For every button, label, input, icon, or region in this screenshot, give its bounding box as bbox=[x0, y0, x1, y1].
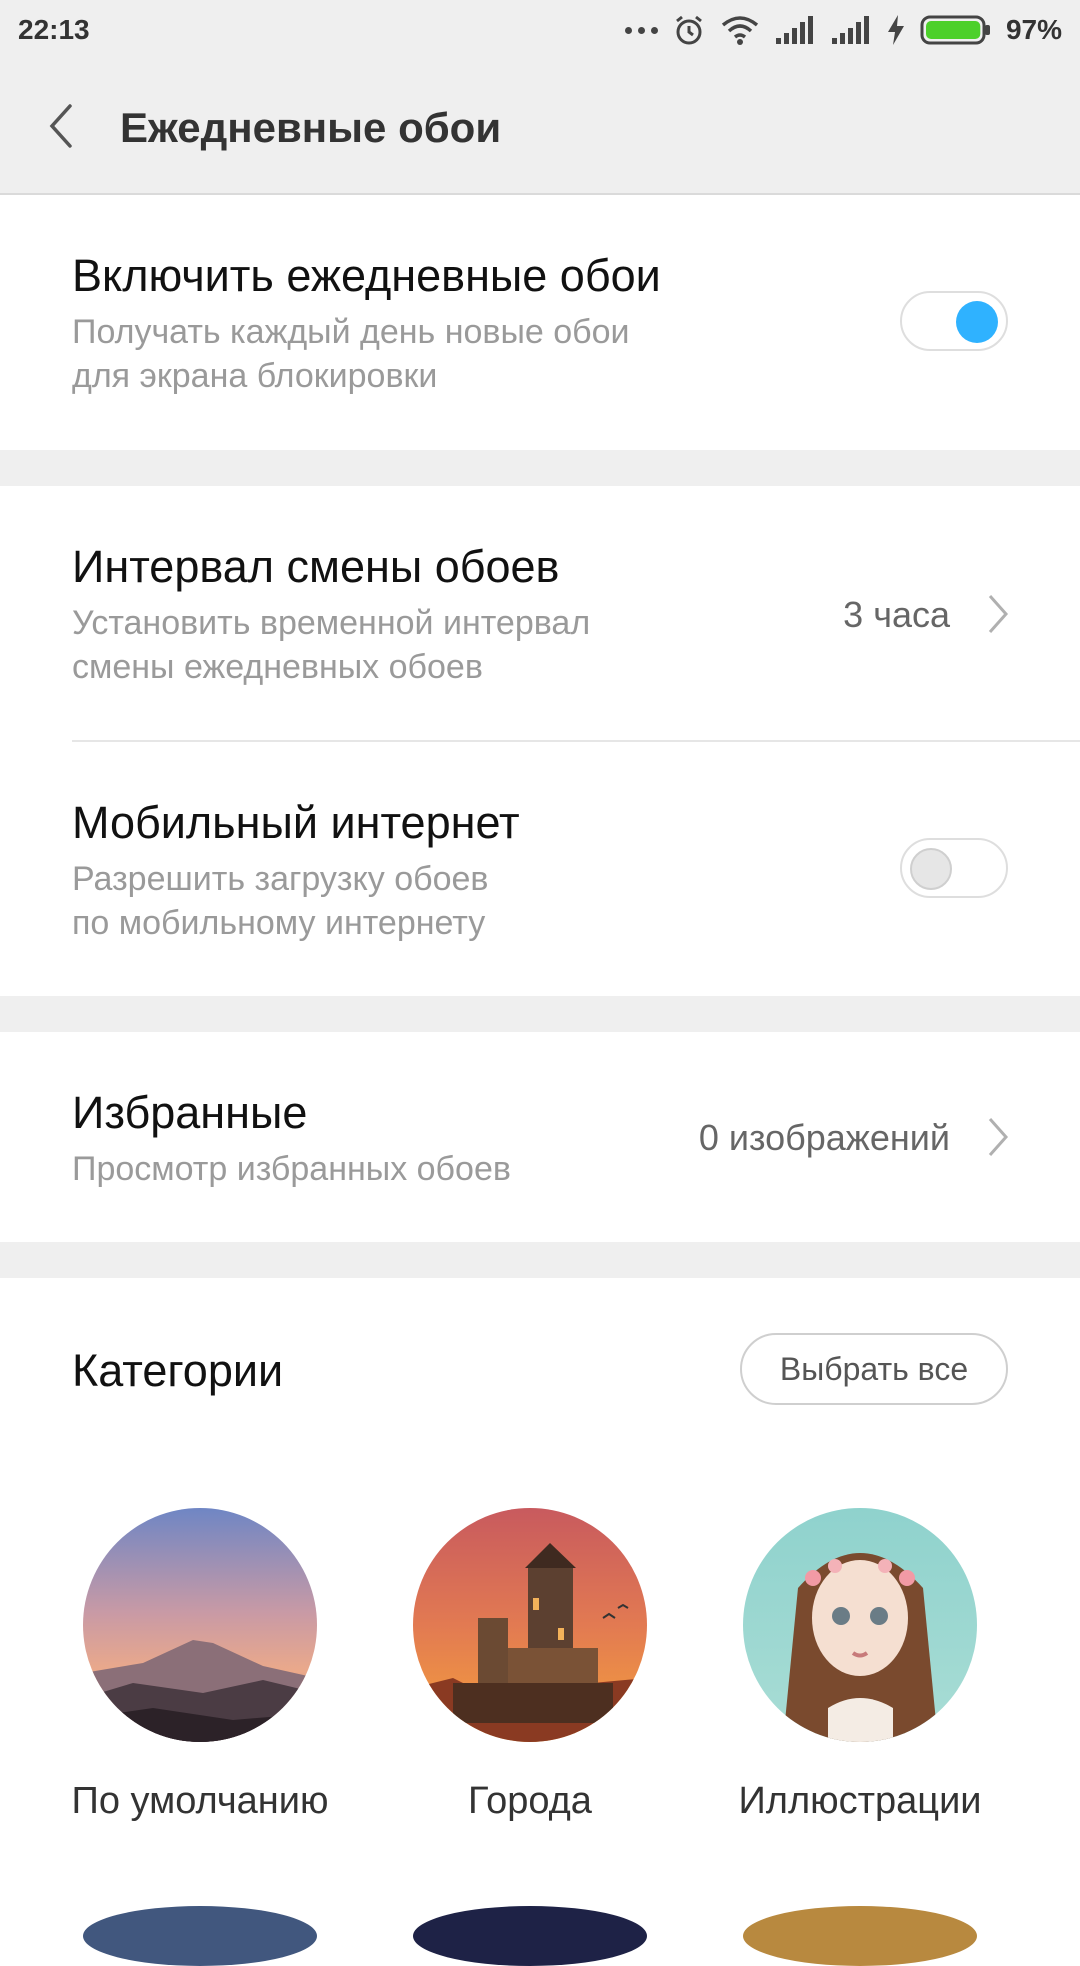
battery-icon bbox=[920, 15, 990, 45]
wifi-icon bbox=[721, 16, 759, 45]
category-thumbnail-peek[interactable] bbox=[743, 1906, 977, 1966]
category-label: Города bbox=[468, 1780, 592, 1822]
toggle-knob bbox=[910, 848, 952, 890]
category-label: По умолчанию bbox=[71, 1780, 329, 1822]
signal-icon bbox=[775, 16, 813, 44]
chevron-right-icon bbox=[988, 595, 1009, 633]
more-notifications-icon bbox=[624, 26, 658, 34]
castle-tower-thumbnail bbox=[413, 1508, 647, 1742]
chevron-right-icon bbox=[988, 1118, 1009, 1156]
mobile-internet-title: Мобильный интернет bbox=[72, 797, 520, 848]
favorites-row[interactable]: Избранные Просмотр избранных обоев 0 изо… bbox=[0, 1032, 1080, 1242]
interval-value: 3 часа bbox=[843, 594, 950, 635]
select-all-button[interactable]: Выбрать все bbox=[740, 1333, 1008, 1405]
toggle-knob bbox=[956, 301, 998, 343]
alarm-icon bbox=[676, 15, 702, 45]
favorites-title: Избранные bbox=[72, 1087, 308, 1138]
mountain-sunset-thumbnail bbox=[83, 1508, 317, 1742]
category-thumbnail-peek[interactable] bbox=[83, 1906, 317, 1966]
back-arrow-icon[interactable] bbox=[40, 98, 88, 154]
section-gap bbox=[0, 450, 1080, 486]
charging-icon bbox=[887, 15, 904, 45]
category-item-cities[interactable]: Города bbox=[380, 1508, 680, 1828]
status-icons: 97% bbox=[624, 10, 1062, 50]
page-title: Ежедневные обои bbox=[120, 104, 502, 151]
categories-title: Категории bbox=[72, 1345, 284, 1396]
category-label: Иллюстрации bbox=[738, 1780, 982, 1822]
battery-percent: 97% bbox=[1005, 14, 1062, 45]
mobile-internet-toggle[interactable] bbox=[900, 838, 1008, 898]
interval-row[interactable]: Интервал смены обоев Установить временно… bbox=[0, 486, 1080, 741]
category-item-default[interactable]: По умолчанию bbox=[50, 1508, 350, 1828]
favorites-value: 0 изображений bbox=[698, 1117, 950, 1158]
daily-wallpaper-row[interactable]: Включить ежедневные обои Получать каждый… bbox=[0, 195, 1080, 450]
status-time: 22:13 bbox=[18, 14, 90, 45]
category-item-illustrations[interactable]: Иллюстрации bbox=[710, 1508, 1010, 1828]
interval-title: Интервал смены обоев bbox=[72, 541, 560, 592]
interval-subtitle: Установить временной интервал смены ежед… bbox=[72, 604, 591, 686]
favorites-subtitle: Просмотр избранных обоев bbox=[72, 1150, 511, 1188]
section-gap bbox=[0, 996, 1080, 1032]
mobile-internet-subtitle: Разрешить загрузку обоев по мобильному и… bbox=[72, 860, 489, 942]
status-bar: 22:13 97% bbox=[0, 0, 1080, 60]
section-gap bbox=[0, 1242, 1080, 1278]
mobile-internet-row[interactable]: Мобильный интернет Разрешить загрузку об… bbox=[0, 742, 1080, 996]
signal-icon-2 bbox=[831, 16, 869, 44]
app-bar: Ежедневные обои bbox=[0, 60, 1080, 195]
daily-wallpaper-title: Включить ежедневные обои bbox=[72, 250, 661, 301]
daily-wallpaper-subtitle: Получать каждый день новые обои для экра… bbox=[72, 313, 630, 395]
daily-wallpaper-toggle[interactable] bbox=[900, 291, 1008, 351]
category-thumbnail-peek[interactable] bbox=[413, 1906, 647, 1966]
girl-illustration-thumbnail bbox=[743, 1508, 977, 1742]
